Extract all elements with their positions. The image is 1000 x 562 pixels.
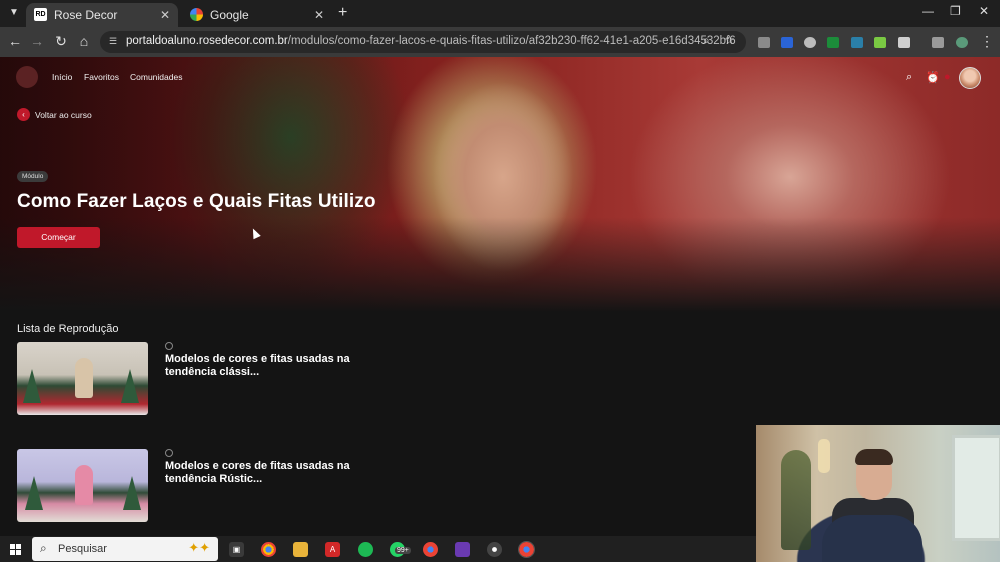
progress-circle-icon <box>165 342 173 350</box>
user-avatar[interactable] <box>959 67 981 89</box>
reload-icon[interactable]: ↻ <box>52 33 70 50</box>
forward-arrow-icon[interactable]: → <box>28 33 46 49</box>
url-domain: portaldoaluno.rosedecor.com.br <box>126 35 288 47</box>
windows-start-icon[interactable] <box>10 544 21 555</box>
chrome-profile-icon[interactable] <box>423 542 438 557</box>
reading-list-icon[interactable] <box>932 37 944 48</box>
nav-favoritos[interactable]: Favoritos <box>84 72 119 82</box>
taskbar-search[interactable]: ⌕ Pesquisar ✦✦ <box>32 537 218 561</box>
extension-icon[interactable] <box>827 37 839 48</box>
address-bar[interactable]: ☰ portaldoaluno.rosedecor.com.br/modulos… <box>100 31 746 53</box>
person-shape <box>75 358 93 398</box>
spotify-icon[interactable] <box>358 542 373 557</box>
tab-search-chevron-icon[interactable]: ▼ <box>6 5 22 21</box>
tab-title: Rose Decor <box>54 8 118 22</box>
extension-icon[interactable] <box>781 37 793 48</box>
playlist-item-line: tendência Rústic... <box>165 473 263 485</box>
module-badge: Módulo <box>17 171 49 182</box>
chrome-icon[interactable] <box>261 542 276 557</box>
person-shape <box>75 465 93 505</box>
tab-google[interactable]: Google ✕ <box>182 3 332 27</box>
sparkle-icon: ✦✦ <box>188 540 210 555</box>
tree-shape <box>23 369 41 403</box>
menu-kebab-icon[interactable]: ⋮ <box>978 33 996 50</box>
bookmark-star-icon[interactable]: ☆ <box>724 33 735 47</box>
playlist-item-line: tendência clássi... <box>165 366 260 378</box>
home-icon[interactable]: ⌂ <box>75 33 93 49</box>
person-body-shape <box>822 515 922 562</box>
extension-icon[interactable] <box>874 37 886 48</box>
tree-shape <box>25 476 43 510</box>
extensions-puzzle-icon[interactable] <box>898 37 910 48</box>
new-tab-icon[interactable]: + <box>338 4 347 22</box>
app-icon[interactable] <box>455 542 470 557</box>
site-logo[interactable] <box>16 66 38 88</box>
app-icon[interactable] <box>487 542 502 557</box>
nav-comunidades[interactable]: Comunidades <box>130 72 182 82</box>
tree-shape <box>123 476 141 510</box>
task-view-icon[interactable]: ▣ <box>229 542 244 557</box>
alert-icon[interactable]: ● <box>944 71 951 83</box>
minimize-icon[interactable]: — <box>922 4 934 18</box>
notification-bell-icon[interactable]: ⏰ <box>926 71 940 84</box>
back-arrow-icon[interactable]: ← <box>6 33 24 49</box>
tab-strip: ▼ RD Rose Decor ✕ Google ✕ + — ❐ ✕ <box>0 0 1000 27</box>
chrome-active-icon[interactable] <box>518 541 535 558</box>
playlist-thumbnail[interactable] <box>17 449 148 522</box>
close-tab-icon[interactable]: ✕ <box>314 3 324 27</box>
browser-toolbar: ← → ↻ ⌂ ☰ portaldoaluno.rosedecor.com.br… <box>0 27 1000 57</box>
taskbar-search-placeholder: Pesquisar <box>58 543 107 555</box>
extension-icon[interactable] <box>804 37 816 48</box>
back-to-course-link[interactable]: Voltar ao curso <box>35 110 92 120</box>
search-icon: ⌕ <box>40 541 47 555</box>
search-icon[interactable]: ⌕ <box>906 71 912 84</box>
site-info-icon[interactable]: ☰ <box>109 36 119 46</box>
playlist-item-title[interactable]: Modelos e cores de fitas usadas na tendê… <box>165 460 375 486</box>
close-tab-icon[interactable]: ✕ <box>160 3 170 27</box>
extension-icon[interactable] <box>758 37 770 48</box>
playlist-item-line: Modelos e cores de fitas usadas na <box>165 460 350 472</box>
extension-icon[interactable] <box>851 37 863 48</box>
back-to-course-icon[interactable]: ‹ <box>17 108 30 121</box>
acrobat-icon[interactable]: A <box>325 542 340 557</box>
tree-shape <box>121 369 139 403</box>
nav-inicio[interactable]: Início <box>52 72 72 82</box>
url-text: portaldoaluno.rosedecor.com.br/modulos/c… <box>126 35 736 47</box>
lamp-shape <box>818 439 830 473</box>
page-title: Como Fazer Laços e Quais Fitas Utilizo <box>17 191 376 212</box>
hero-fade <box>0 217 1000 312</box>
whatsapp-badge: 99+ <box>395 547 411 554</box>
tree-shape <box>781 450 811 550</box>
window-shape <box>952 435 1000 541</box>
tab-title: Google <box>210 8 249 22</box>
google-icon <box>190 8 203 21</box>
profile-icon[interactable] <box>956 37 968 48</box>
person-hair-shape <box>855 449 893 465</box>
playlist-item-title[interactable]: Modelos de cores e fitas usadas na tendê… <box>165 353 375 379</box>
rose-decor-favicon-icon: RD <box>34 8 47 21</box>
hero-banner: Início Favoritos Comunidades ⌕ ⏰ ● ‹ Vol… <box>0 57 1000 312</box>
playlist-item-line: Modelos de cores e fitas usadas na <box>165 353 350 365</box>
progress-circle-icon <box>165 449 173 457</box>
playlist-thumbnail[interactable] <box>17 342 148 415</box>
start-button[interactable]: Começar <box>17 227 100 248</box>
file-explorer-icon[interactable] <box>293 542 308 557</box>
url-path: /modulos/como-fazer-lacos-e-quais-fitas-… <box>287 35 736 47</box>
webcam-overlay <box>756 425 1000 562</box>
restore-icon[interactable]: ❐ <box>950 4 961 18</box>
tab-rose-decor[interactable]: RD Rose Decor ✕ <box>26 3 178 27</box>
playlist-heading: Lista de Reprodução <box>17 323 119 335</box>
window-close-icon[interactable]: ✕ <box>979 4 989 18</box>
zoom-icon[interactable]: ⌕ <box>703 33 710 48</box>
